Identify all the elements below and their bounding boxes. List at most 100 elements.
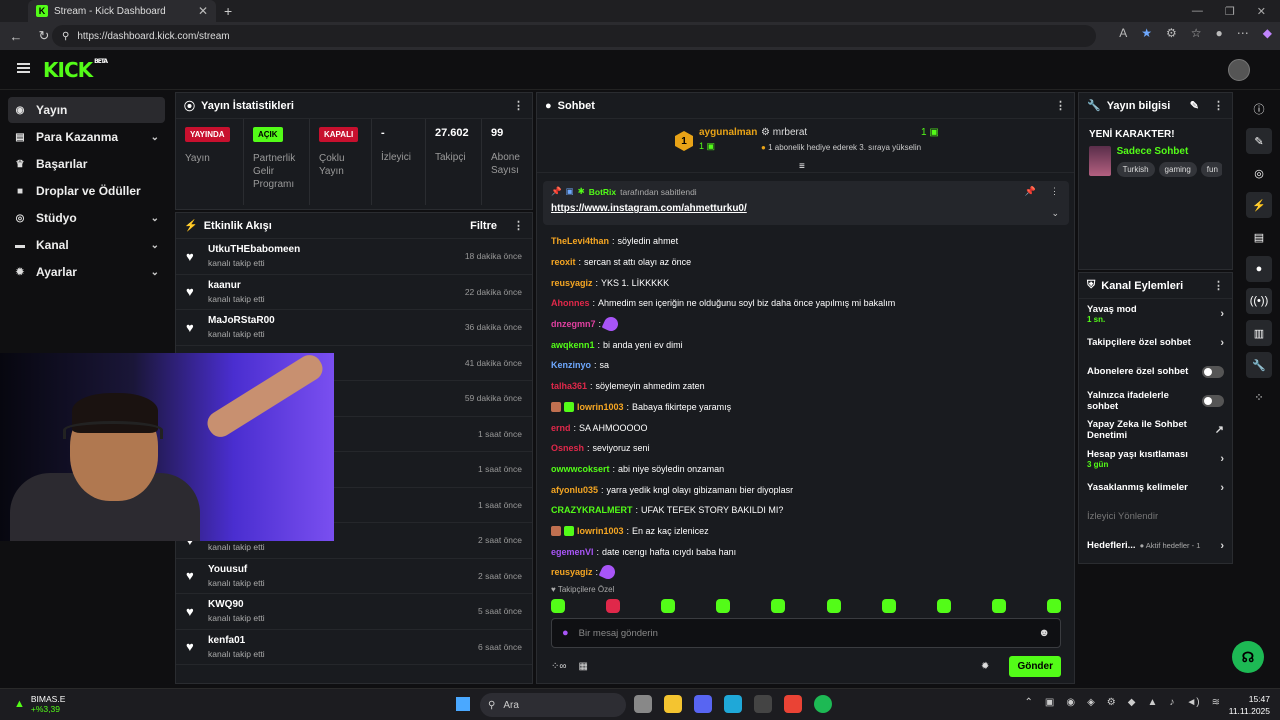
wrench-icon[interactable]: 🔧 — [1246, 352, 1272, 378]
tray-app-icon[interactable]: ◉ — [1066, 697, 1075, 708]
list-item[interactable]: ♥ UtkuTHEbabomeen kanalı takip etti 18 daki… — [176, 239, 532, 275]
kebab-menu-icon[interactable]: ⋮ — [1055, 99, 1066, 112]
chat-username[interactable]: reusyagiz — [551, 278, 593, 288]
channel-action-item[interactable]: Hedefleri... ● Aktif hedefler - 1 › — [1079, 531, 1232, 560]
chat-message[interactable]: awqkenn1: bi anda yeni ev dimi — [551, 334, 1071, 355]
more-icon[interactable]: ⋯ — [1237, 26, 1249, 40]
category-name[interactable]: Sadece Sohbet — [1117, 146, 1222, 157]
stock-widget[interactable]: ▲ BIMAS.E +%3,39 — [14, 694, 65, 714]
scroll-indicator-icon[interactable]: ≡ — [799, 161, 805, 172]
taskbar-clock[interactable]: 15:47 11.11.2025 — [1229, 693, 1270, 717]
reload-icon[interactable]: ↻ — [36, 28, 52, 44]
kebab-menu-icon[interactable]: ⋮ — [513, 99, 524, 112]
emote-icon[interactable] — [661, 599, 676, 613]
channel-action-item[interactable]: Hesap yaşı kısıtlaması 3 gün › — [1079, 444, 1232, 473]
chat-username[interactable]: egemenVl — [551, 547, 594, 557]
points-icon[interactable]: ⁘∞ — [551, 661, 567, 672]
list-item[interactable]: ♥ MaJoRStaR00 kanalı takip etti 36 dakika ö… — [176, 310, 532, 346]
chat-username[interactable]: CRAZYKRALMERT — [551, 505, 633, 515]
send-button[interactable]: Gönder — [1009, 655, 1061, 677]
emote-icon[interactable] — [881, 599, 896, 613]
url-field[interactable]: ⚲ https://dashboard.kick.com/stream — [52, 25, 1096, 47]
collections-icon[interactable]: ☆ — [1191, 26, 1202, 40]
unpin-icon[interactable]: 📌 — [1025, 186, 1036, 197]
chat-username[interactable]: lowrin1003 — [577, 402, 624, 412]
emoji-picker-icon[interactable]: ☻ — [1038, 627, 1050, 639]
close-window-icon[interactable]: ✕ — [1257, 5, 1266, 18]
back-icon[interactable]: ← — [8, 29, 24, 44]
emote-icon[interactable] — [606, 599, 621, 613]
chat-message[interactable]: Ahonnes: Ahmedim sen içeriğin ne olduğunu… — [551, 293, 1071, 314]
chat-username[interactable]: Osnesh — [551, 443, 584, 453]
chat-username[interactable]: reusyagiz — [551, 567, 593, 577]
menu-icon[interactable] — [17, 63, 30, 73]
chat-message[interactable]: lowrin1003: En az kaç izlenicez — [551, 521, 1071, 542]
new-tab-button[interactable]: + — [224, 3, 232, 19]
task-view-icon[interactable] — [634, 695, 652, 713]
chat-message[interactable]: ernd: SA AHMOOOOO — [551, 417, 1071, 438]
tray-app-icon[interactable]: ◆ — [1128, 697, 1136, 708]
emote-icon[interactable] — [826, 599, 841, 613]
chat-message[interactable]: egemenVl: date ıcerıgı hafta ıcıydı baba … — [551, 541, 1071, 562]
help-button[interactable]: ☊ — [1232, 641, 1264, 673]
kebab-menu-icon[interactable]: ⋮ — [1213, 99, 1224, 112]
chat-username[interactable]: Ahonnes — [551, 298, 590, 308]
chevron-down-icon[interactable]: ⌄ — [1051, 208, 1059, 219]
sidebar-item-studyo[interactable]: ◎ Stüdyo ⌄ — [8, 205, 165, 231]
chrome-icon[interactable] — [784, 695, 802, 713]
chat-username[interactable]: reoxit — [551, 257, 576, 267]
pinned-message[interactable]: 📌 ▣ ✱ BotRix tarafından sabitlendi https… — [543, 181, 1069, 225]
emote-icon[interactable] — [1046, 599, 1061, 613]
document-icon[interactable]: ▤ — [1246, 224, 1272, 250]
close-tab-icon[interactable]: ✕ — [198, 4, 208, 18]
chat-message[interactable]: owwwcoksert: abi niye söyledin onzaman — [551, 459, 1071, 480]
emote-icon[interactable] — [991, 599, 1006, 613]
wifi-icon[interactable]: ≋ — [1212, 697, 1220, 708]
channel-action-item[interactable]: İzleyici Yönlendir — [1079, 502, 1232, 531]
kick-logo[interactable]: KICK BETA — [43, 58, 108, 82]
copilot-icon[interactable]: ◆ — [1263, 26, 1272, 40]
tray-app-icon[interactable]: ▲ — [1147, 697, 1157, 708]
chat-username[interactable]: talha361 — [551, 381, 587, 391]
chat-message[interactable]: talha361: söylemeyin ahmedim zaten — [551, 376, 1071, 397]
emote-icon[interactable] — [771, 599, 786, 613]
discord-icon[interactable] — [694, 695, 712, 713]
channel-action-item[interactable]: Yavaş mod 1 sn. › — [1079, 299, 1232, 328]
chat-message[interactable]: reoxit: sercan st attı olayı az önce — [551, 252, 1071, 273]
channel-icon[interactable]: ▥ — [1246, 320, 1272, 346]
user-avatar[interactable] — [1228, 59, 1250, 81]
bolt-icon[interactable]: ⚡ — [1246, 192, 1272, 218]
edit-icon[interactable]: ✎ — [1246, 128, 1272, 154]
obs-icon[interactable] — [754, 695, 772, 713]
channel-action-item[interactable]: Abonelere özel sohbet — [1079, 357, 1232, 386]
microphone-icon[interactable]: ● — [562, 627, 569, 639]
sidebar-item-yayin[interactable]: ◉ Yayın — [8, 97, 165, 123]
filter-button[interactable]: Filtre — [470, 220, 497, 232]
list-item[interactable]: ♥ kenfa01 kanalı takip etti 6 saat önce — [176, 630, 532, 665]
tray-app-icon[interactable]: ▣ — [1045, 697, 1054, 708]
tray-app-icon[interactable]: ◈ — [1087, 697, 1095, 708]
kebab-menu-icon[interactable]: ⋮ — [1050, 186, 1059, 197]
channel-action-item[interactable]: Yapay Zeka ile Sohbet Denetimi ↗ — [1079, 415, 1232, 444]
top-gifter[interactable]: 1 aygunalman 1 ▣ — [675, 127, 757, 152]
chat-username[interactable]: owwwcoksert — [551, 464, 610, 474]
favorite-star-icon[interactable]: ★ — [1141, 26, 1152, 40]
chat-message[interactable]: CRAZYKRALMERT: UFAK TEFEK STORY BAKILDI M… — [551, 500, 1071, 521]
profile-icon[interactable]: ● — [1216, 26, 1223, 40]
chat-settings-icon[interactable]: ✹ — [981, 661, 989, 672]
edge-icon[interactable] — [724, 695, 742, 713]
channel-action-item[interactable]: Yasaklanmış kelimeler › — [1079, 473, 1232, 502]
minimize-icon[interactable]: — — [1192, 5, 1203, 17]
chat-message[interactable]: reusyagiz: — [551, 562, 1071, 583]
channel-action-item[interactable]: Takipçilere özel sohbet › — [1079, 328, 1232, 357]
chat-message[interactable]: afyonlu035: yarra yedik kngl olayı gibiza… — [551, 479, 1071, 500]
chat-message[interactable]: lowrin1003: Babaya fikirtepe yaramış — [551, 397, 1071, 418]
taskbar-search[interactable]: ⚲ Ara — [480, 693, 626, 717]
kebab-menu-icon[interactable]: ⋮ — [513, 219, 524, 232]
chat-username[interactable]: Kenzinyo — [551, 360, 591, 370]
chat-message[interactable]: Osnesh: seviyoruz seni — [551, 438, 1071, 459]
points-icon[interactable]: ⁘ — [1246, 384, 1272, 410]
sidebar-item-ayarlar[interactable]: ✹ Ayarlar ⌄ — [8, 259, 165, 285]
maximize-icon[interactable]: ❐ — [1225, 5, 1235, 18]
broadcast-icon[interactable]: ((•)) — [1246, 288, 1272, 314]
